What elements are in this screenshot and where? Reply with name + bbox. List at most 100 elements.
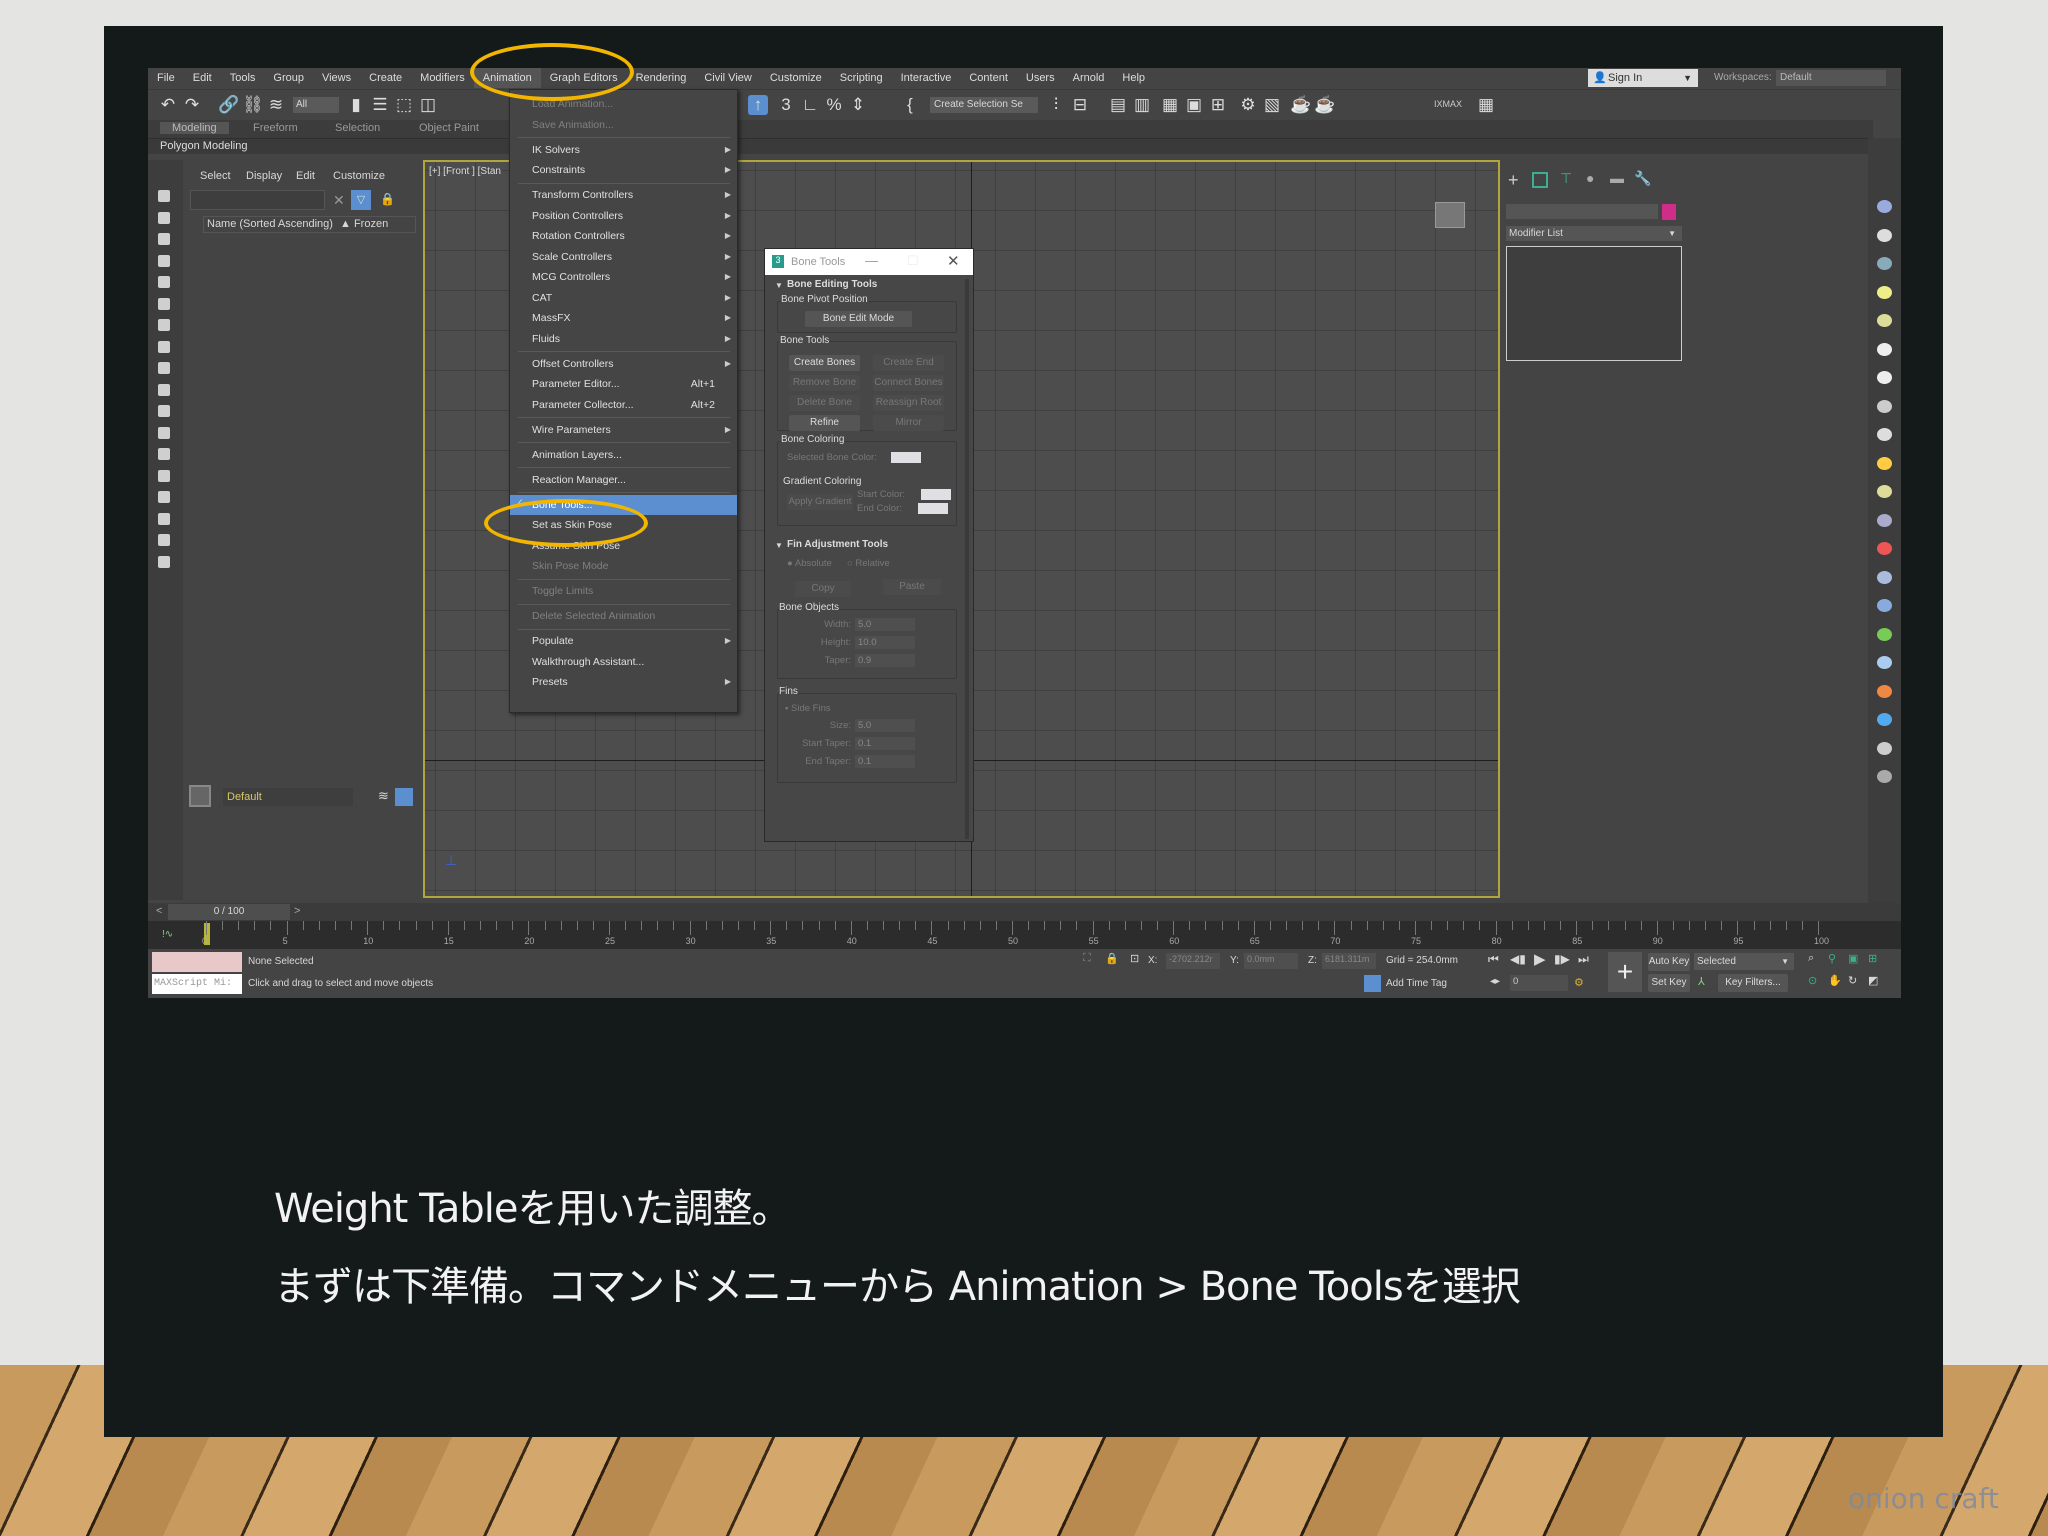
left-tool-icon[interactable] — [158, 491, 170, 503]
fin-adjustment-tools-header[interactable]: Fin Adjustment Tools — [787, 539, 888, 550]
right-tool-icon[interactable] — [1877, 513, 1892, 527]
align-icon[interactable]: ⊟ — [1070, 95, 1090, 115]
create-tab-icon[interactable]: + — [1508, 170, 1519, 191]
previous-frame-icon[interactable]: ◀▮ — [1510, 952, 1526, 966]
left-tool-icon[interactable] — [158, 319, 170, 331]
menu-arnold[interactable]: Arnold — [1064, 68, 1114, 88]
create-end-button[interactable]: Create End — [873, 355, 944, 371]
sign-in-button[interactable]: 👤 Sign In ▼ — [1588, 69, 1698, 87]
collapse-icon[interactable]: ▼ — [775, 541, 783, 550]
menu-interactive[interactable]: Interactive — [892, 68, 961, 88]
menu-item-parameter-editor[interactable]: Parameter Editor... Alt+1 — [510, 374, 737, 394]
menu-item-presets[interactable]: Presets ▶ — [510, 672, 737, 692]
time-config-arrows-icon[interactable]: ◂▸ — [1490, 976, 1500, 987]
right-tool-icon[interactable] — [1877, 285, 1892, 299]
ribbon-tab-selection[interactable]: Selection — [335, 122, 380, 134]
mirror-button[interactable]: Mirror — [873, 415, 944, 431]
menu-item-wire-parameters[interactable]: Wire Parameters ▶ — [510, 420, 737, 440]
workspace-dropdown[interactable]: Default — [1776, 70, 1886, 86]
go-to-end-icon[interactable]: ⏭ — [1578, 952, 1589, 967]
zoom-all-icon[interactable]: ⚲ — [1828, 952, 1836, 965]
close-icon[interactable]: ✕ — [947, 252, 960, 270]
modify-tab-icon[interactable] — [1532, 172, 1548, 188]
angle-snap-icon[interactable]: ∟ — [800, 95, 820, 115]
time-configuration-icon[interactable]: ⚙ — [1574, 976, 1584, 989]
relative-radio[interactable]: ○ Relative — [847, 558, 890, 569]
next-frame-icon[interactable]: ▮▶ — [1554, 952, 1570, 966]
explorer-menu-select[interactable]: Select — [200, 170, 231, 182]
key-filters-button[interactable]: Key Filters... — [1718, 974, 1788, 992]
left-tool-icon[interactable] — [158, 405, 170, 417]
schematic-view-icon[interactable]: ▣ — [1184, 95, 1204, 115]
remove-bone-button[interactable]: Remove Bone — [789, 375, 860, 391]
right-tool-icon[interactable] — [1877, 228, 1892, 242]
menu-item-ik-solvers[interactable]: IK Solvers ▶ — [510, 140, 737, 160]
right-tool-icon[interactable] — [1877, 770, 1892, 783]
menu-item-delete-selected-animation[interactable]: Delete Selected Animation — [510, 606, 737, 626]
collapse-icon[interactable]: ▼ — [775, 281, 783, 290]
menu-group[interactable]: Group — [264, 68, 313, 88]
left-tool-icon[interactable] — [158, 448, 170, 460]
menu-item-rotation-controllers[interactable]: Rotation Controllers ▶ — [510, 226, 737, 246]
right-tool-icon[interactable] — [1877, 371, 1892, 384]
ribbon-tab-modeling[interactable]: Modeling — [160, 122, 229, 134]
menu-item-fluids[interactable]: Fluids ▶ — [510, 329, 737, 349]
hierarchy-tab-icon[interactable]: ⊤ — [1560, 170, 1572, 187]
zoom-extents-all-icon[interactable]: ⊞ — [1868, 952, 1877, 965]
refine-button[interactable]: Refine — [789, 415, 860, 431]
left-tool-icon[interactable] — [158, 555, 170, 568]
menu-item-transform-controllers[interactable]: Transform Controllers ▶ — [510, 185, 737, 205]
connect-bones-button[interactable]: Connect Bones — [873, 375, 944, 391]
window-crossing-icon[interactable]: ◫ — [418, 95, 438, 115]
rectangular-selection-icon[interactable]: ⬚ — [394, 95, 414, 115]
render-iterative-icon[interactable]: ☕ — [1314, 95, 1335, 115]
selected-bone-color-swatch[interactable] — [891, 452, 921, 463]
lock-icon[interactable]: 🔒 — [380, 192, 395, 206]
left-tool-icon[interactable] — [158, 190, 170, 202]
menu-views[interactable]: Views — [313, 68, 360, 88]
menu-modifiers[interactable]: Modifiers — [411, 68, 474, 88]
curve-editor-toggle-icon[interactable]: !∿ — [162, 929, 173, 940]
select-by-name-icon[interactable]: ☰ — [370, 95, 390, 115]
select-object-icon[interactable]: ▮ — [346, 95, 366, 115]
explorer-menu-customize[interactable]: Customize — [333, 170, 385, 182]
render-icon[interactable]: ☕ — [1290, 95, 1311, 115]
right-tool-icon[interactable] — [1877, 399, 1892, 413]
menu-content[interactable]: Content — [960, 68, 1017, 88]
menu-item-cat[interactable]: CAT ▶ — [510, 288, 737, 308]
menu-item-mcg-controllers[interactable]: MCG Controllers ▶ — [510, 267, 737, 287]
menu-users[interactable]: Users — [1017, 68, 1064, 88]
next-frame-icon[interactable]: > — [294, 905, 300, 917]
dialog-scrollbar[interactable] — [965, 279, 969, 839]
delete-bone-button[interactable]: Delete Bone — [789, 395, 860, 411]
zoom-icon[interactable]: ⌕ — [1808, 952, 1814, 965]
percent-snap-icon[interactable]: % — [824, 95, 844, 115]
polygon-modeling-label[interactable]: Polygon Modeling — [160, 140, 247, 152]
maximize-viewport-icon[interactable]: ◩ — [1868, 974, 1878, 987]
object-color-swatch[interactable] — [1662, 204, 1676, 220]
utilities-tab-icon[interactable]: 🔧 — [1634, 170, 1651, 187]
z-coordinate-field[interactable]: 6181.311m — [1322, 953, 1376, 969]
right-tool-icon[interactable] — [1877, 741, 1892, 755]
menu-item-parameter-collector[interactable]: Parameter Collector... Alt+2 — [510, 395, 737, 415]
apply-gradient-button[interactable]: Apply Gradient — [787, 494, 853, 510]
render-setup-icon[interactable]: ⚙ — [1238, 95, 1258, 115]
menu-item-toggle-limits[interactable]: Toggle Limits — [510, 581, 737, 601]
edit-named-selection-icon[interactable]: { — [900, 95, 920, 115]
layers-icon[interactable]: ≋ — [378, 788, 389, 804]
filter-icon[interactable]: ▽ — [351, 190, 371, 210]
viewcube[interactable] — [1435, 202, 1465, 228]
paste-button[interactable]: Paste — [883, 579, 941, 595]
ribbon-tab-freeform[interactable]: Freeform — [253, 122, 298, 134]
layer-manager-icon[interactable] — [395, 788, 413, 806]
menu-scripting[interactable]: Scripting — [831, 68, 892, 88]
left-tool-icon[interactable] — [158, 362, 170, 374]
x-coordinate-field[interactable]: -2702.212r — [1166, 953, 1220, 969]
auto-key-button[interactable]: Auto Key — [1648, 953, 1690, 971]
left-tool-icon[interactable] — [158, 512, 170, 525]
menu-item-populate[interactable]: Populate ▶ — [510, 631, 737, 651]
menu-customize[interactable]: Customize — [761, 68, 831, 88]
pan-icon[interactable]: ✋ — [1828, 974, 1842, 987]
size-spinner[interactable]: 5.0 — [855, 719, 915, 732]
absolute-radio[interactable]: ● Absolute — [787, 558, 832, 569]
